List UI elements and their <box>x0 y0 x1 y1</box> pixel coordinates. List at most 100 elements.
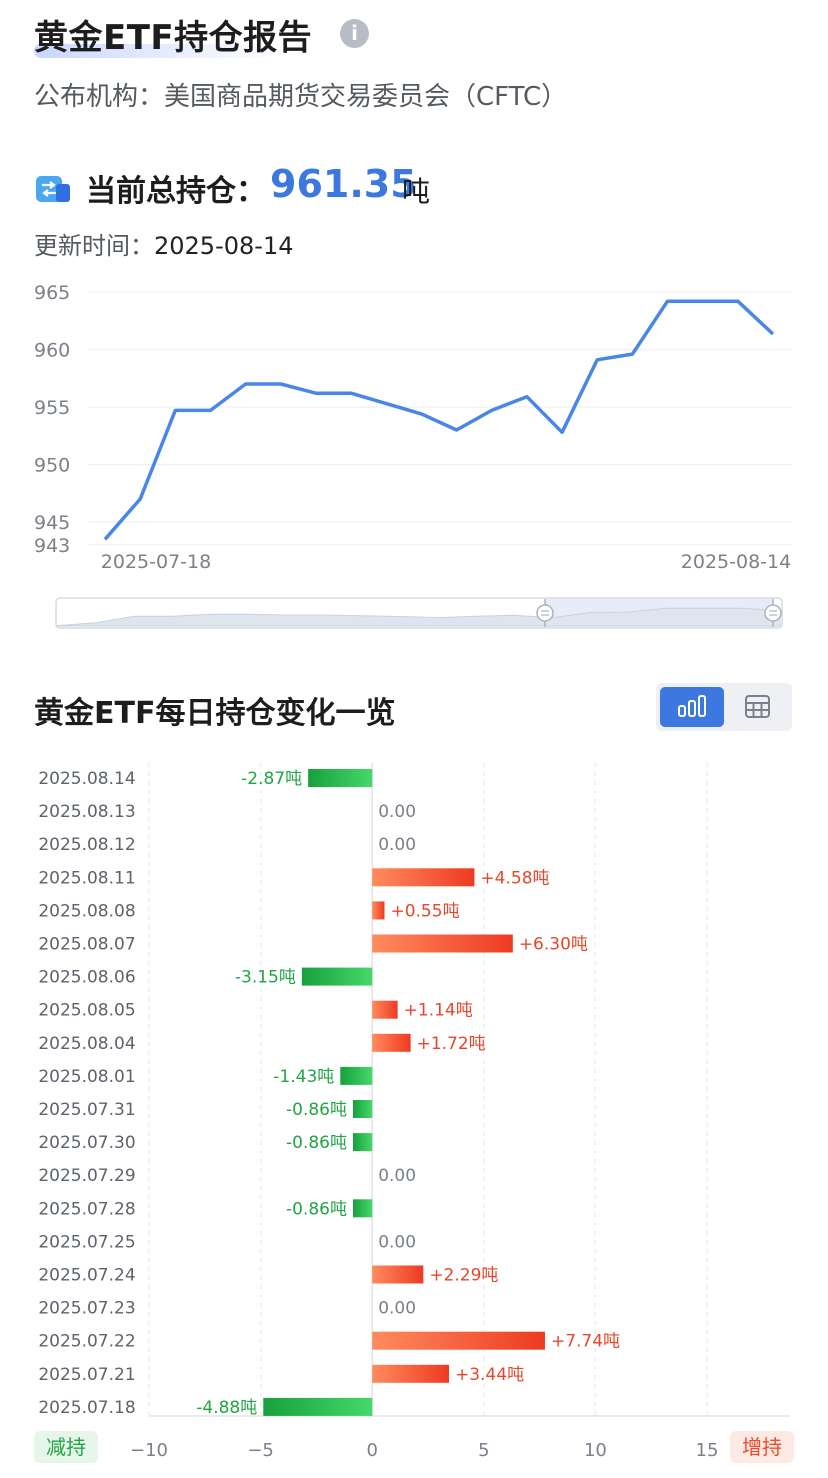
bar-value-label: -0.86吨 <box>286 1199 347 1219</box>
line-y-tick: 960 <box>34 340 70 362</box>
bar-value-label: +0.55吨 <box>390 901 459 921</box>
bar-view-button[interactable] <box>660 687 724 727</box>
bar-category-label: 2025.08.07 <box>38 935 135 955</box>
bar-value-label: -4.88吨 <box>196 1398 257 1418</box>
bar-decrease <box>353 1199 373 1218</box>
bar-x-tick: −5 <box>247 1440 274 1461</box>
line-y-tick: 965 <box>34 282 70 304</box>
bar-category-label: 2025.08.01 <box>38 1067 135 1087</box>
holding-unit: 吨 <box>402 175 431 208</box>
bar-category-label: 2025.07.31 <box>38 1100 135 1120</box>
bar-value-label: +4.58吨 <box>480 868 549 888</box>
bar-value-label: +7.74吨 <box>551 1332 620 1352</box>
line-x-axis: 2025-07-18 2025-08-14 <box>101 551 791 573</box>
bar-category-label: 2025.07.21 <box>38 1365 135 1385</box>
info-icon[interactable]: i <box>340 19 369 48</box>
bar-chart-icon <box>678 695 706 717</box>
legend-decrease: 减持 <box>34 1431 98 1463</box>
line-x-tick: 2025-08-14 <box>681 551 791 573</box>
bar-value-label: -2.87吨 <box>241 769 302 789</box>
bar-value-label: 0.00 <box>378 1299 416 1319</box>
bar-decrease <box>301 967 373 986</box>
bar-value-label: +2.29吨 <box>429 1266 498 1286</box>
publisher-text: 公布机构：美国商品期货交易委员会（CFTC） <box>34 82 568 112</box>
line-series <box>103 299 775 541</box>
update-date: 2025-08-14 <box>154 232 294 260</box>
bar-increase <box>372 1000 398 1019</box>
bar-category-label: 2025.08.12 <box>38 835 135 855</box>
bar-value-label: 0.00 <box>378 1232 416 1252</box>
bar-value-label: +1.14吨 <box>404 1001 473 1021</box>
update-time: 更新时间：2025-08-14 <box>34 226 293 261</box>
bar-category-label: 2025.08.06 <box>38 968 135 988</box>
bar-grid <box>148 763 790 1417</box>
bar-series: -2.87吨 0.00 0.00 +4.58吨 +0.55吨 +6.30吨 -3.15吨 +1… <box>196 769 620 1418</box>
line-y-tick: 945 <box>34 512 70 534</box>
bar-category-label: 2025.08.04 <box>38 1034 135 1054</box>
bar-category-label: 2025.07.28 <box>38 1199 135 1219</box>
bar-category-label: 2025.08.13 <box>38 802 135 822</box>
bar-x-tick: 5 <box>478 1440 489 1461</box>
bar-category-label: 2025.08.11 <box>38 868 135 888</box>
bar-category-label: 2025.07.18 <box>38 1398 135 1418</box>
bar-increase <box>372 1331 545 1350</box>
bar-value-label: +1.72吨 <box>417 1034 486 1054</box>
holding-label: 当前总持仓： <box>86 174 266 209</box>
bar-category-label: 2025.07.22 <box>38 1332 135 1352</box>
bar-value-label: -3.15吨 <box>235 968 296 988</box>
bar-increase <box>372 1033 411 1052</box>
bar-value-label: -1.43吨 <box>273 1067 334 1087</box>
line-y-tick: 943 <box>34 535 70 557</box>
section-title: 黄金ETF每日持仓变化一览 <box>34 696 396 731</box>
bar-category-label: 2025.07.30 <box>38 1133 135 1153</box>
bar-decrease <box>340 1066 373 1085</box>
line-y-tick: 950 <box>34 455 70 477</box>
bar-value-label: +3.44吨 <box>455 1365 524 1385</box>
zoom-handle-right[interactable] <box>764 604 782 622</box>
exchange-icon <box>36 176 70 202</box>
bar-category-label: 2025.07.29 <box>38 1166 135 1186</box>
update-label: 更新时间： <box>34 232 154 260</box>
bar-value-axis: −10 −5 0 5 10 15 <box>130 1440 718 1461</box>
table-icon <box>745 695 770 718</box>
legend-increase: 增持 <box>730 1431 794 1463</box>
bar-x-tick: 10 <box>584 1440 607 1461</box>
bar-category-label: 2025.07.23 <box>38 1299 135 1319</box>
bar-decrease <box>353 1133 373 1152</box>
bar-decrease <box>308 769 373 787</box>
page-title: 黄金ETF持仓报告 <box>34 18 313 58</box>
bar-increase <box>372 1364 449 1383</box>
bar-value-label: 0.00 <box>378 835 416 855</box>
bar-value-label: -0.86吨 <box>286 1100 347 1120</box>
bar-value-label: +6.30吨 <box>519 935 588 955</box>
line-y-axis: 943945 950 955 960 965 <box>34 282 70 557</box>
holding-value: 961.35 <box>270 162 417 206</box>
bar-category-label: 2025.08.05 <box>38 1001 135 1021</box>
bar-increase <box>372 1265 424 1284</box>
bar-x-tick: 15 <box>696 1440 719 1461</box>
bar-category-label: 2025.07.24 <box>38 1266 135 1286</box>
bar-value-label: 0.00 <box>378 802 416 822</box>
data-zoom-slider[interactable] <box>55 597 783 629</box>
bar-decrease <box>353 1100 373 1118</box>
bar-x-tick: 0 <box>366 1440 377 1461</box>
zoom-handle-left[interactable] <box>536 604 554 622</box>
line-x-tick: 2025-07-18 <box>101 551 211 573</box>
bar-value-label: -0.86吨 <box>286 1133 347 1153</box>
line-grid <box>88 291 792 546</box>
table-view-button[interactable] <box>728 687 788 727</box>
bar-increase <box>372 901 385 920</box>
bar-category-axis: 2025.08.14 2025.08.13 2025.08.12 2025.08.11… <box>38 769 135 1418</box>
holding-line-chart: 943945 950 955 960 965 2025-07-18 2025-08-14 <box>34 282 792 629</box>
bar-decrease <box>263 1397 373 1416</box>
bar-category-label: 2025.08.08 <box>38 901 135 921</box>
bar-value-label: 0.00 <box>378 1166 416 1186</box>
line-y-tick: 955 <box>34 397 70 419</box>
svg-text:减持: 减持 <box>46 1435 86 1459</box>
bar-category-label: 2025.07.25 <box>38 1232 135 1252</box>
svg-text:增持: 增持 <box>742 1435 782 1459</box>
bar-increase <box>372 868 475 887</box>
daily-change-bar-chart: 2025.08.14 2025.08.13 2025.08.12 2025.08.11… <box>34 763 794 1463</box>
bar-category-label: 2025.08.14 <box>38 769 135 789</box>
bar-x-tick: −10 <box>130 1440 168 1461</box>
